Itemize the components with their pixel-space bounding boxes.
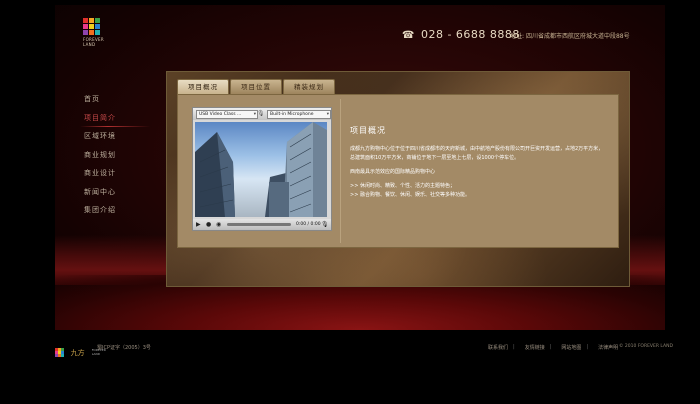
footer-logo-icon [55, 348, 64, 357]
content-divider [340, 99, 341, 243]
header-phone: ☎ 028 - 6688 8888 [402, 28, 520, 41]
nav-item-area[interactable]: 区域环境 [84, 127, 144, 146]
camera-select[interactable]: USB Video Class ... ▾ [196, 110, 258, 119]
nav-item-project-intro[interactable]: 项目简介 [80, 109, 150, 128]
content-panel: 项目概况 项目位置 精装规划 USB Video Class ... ▾ 🎙 B… [166, 71, 630, 287]
footer-link-friends[interactable]: 友情链接 [525, 344, 545, 351]
seek-start-icon[interactable]: ◉ [216, 221, 221, 228]
tab-content: USB Video Class ... ▾ 🎙 Built-in Microph… [177, 94, 619, 248]
play-icon[interactable]: ▶ [196, 221, 201, 228]
microphone-select-value: Built-in Microphone [270, 112, 314, 117]
tab-bar: 项目概况 项目位置 精装规划 [177, 79, 336, 94]
seek-bar[interactable] [227, 223, 291, 226]
player-toolbar: USB Video Class ... ▾ 🎙 Built-in Microph… [193, 108, 331, 120]
info-bullet-2: >> 融合购物、餐饮、休闲、娱乐、社交等多种功能。 [350, 192, 470, 198]
info-title: 项目概况 [350, 126, 386, 135]
skyscraper-image [195, 122, 327, 217]
footer-brand: 九方 [70, 348, 85, 357]
tab-overview[interactable]: 项目概况 [177, 79, 229, 94]
phone-icon: ☎ [402, 30, 415, 41]
project-info: 项目概况 成都九方购物中心位于位于四川省成都市的天府新城，由中航地产股份有限公司… [350, 125, 605, 200]
tab-location[interactable]: 项目位置 [230, 79, 282, 94]
logo-text-land: LAND [83, 42, 96, 47]
microphone-icon: 🎙 [257, 110, 265, 117]
nav-item-design[interactable]: 商业设计 [84, 164, 144, 183]
address-text: 四川省成都市西航区府城大道中段88号 [525, 33, 630, 40]
footer-links: 联系我们 | 友情链接 | 网站地图 | 法律声明 [488, 344, 619, 351]
microphone-select[interactable]: Built-in Microphone ▾ [267, 110, 331, 119]
footer-link-contact[interactable]: 联系我们 [488, 344, 508, 351]
footer-link-legal[interactable]: 法律声明 [598, 344, 618, 351]
chevron-down-icon: ▾ [326, 112, 329, 117]
footer-copyright: © 2010 FOREVER LAND [619, 344, 673, 349]
video-player: USB Video Class ... ▾ 🎙 Built-in Microph… [192, 107, 332, 231]
phone-number: 028 - 6688 8888 [420, 28, 520, 41]
time-readout: 0:00 / 0:00 [296, 222, 321, 227]
record-icon[interactable]: ● [206, 221, 211, 228]
header-address: 地址: 四川省成都市西航区府城大道中段88号 [510, 31, 630, 40]
nav-item-news[interactable]: 新闻中心 [84, 183, 144, 202]
main-nav: 首页 项目简介 区域环境 商业规划 商业设计 新闻中心 集团介绍 [80, 90, 150, 220]
player-controls: ▶ ● ◉ 0:00 / 0:00 🎙 [193, 219, 331, 230]
tab-fitout[interactable]: 精装规划 [283, 79, 335, 94]
nav-item-planning[interactable]: 商业规划 [84, 146, 144, 165]
footer-brand-sub-2: LAND [91, 351, 101, 356]
info-paragraph-1: 成都九方购物中心位于位于四川省成都市的天府新城，由中航地产股份有限公司开巨资开发… [350, 146, 604, 161]
footer-link-sitemap[interactable]: 网站地图 [561, 344, 581, 351]
chevron-down-icon: ▾ [253, 112, 256, 117]
site-logo[interactable]: FOREVER LAND [83, 18, 104, 47]
info-paragraph-2: 西南最具示范效应的国际精品购物中心 [350, 169, 436, 175]
nav-item-group[interactable]: 集团介绍 [84, 201, 144, 220]
address-label: 地址: [510, 33, 525, 40]
camera-select-value: USB Video Class ... [199, 112, 242, 117]
video-frame[interactable] [195, 122, 327, 217]
logo-mark-icon [83, 18, 103, 35]
footer-icp: 蜀ICP证字（2005）3号 [97, 345, 151, 351]
nav-item-home[interactable]: 首页 [84, 90, 144, 109]
info-bullet-1: >> 休闲时尚、精致、个性、活力的主题特色； [350, 183, 455, 189]
volume-icon[interactable]: 🎙 [321, 221, 329, 228]
